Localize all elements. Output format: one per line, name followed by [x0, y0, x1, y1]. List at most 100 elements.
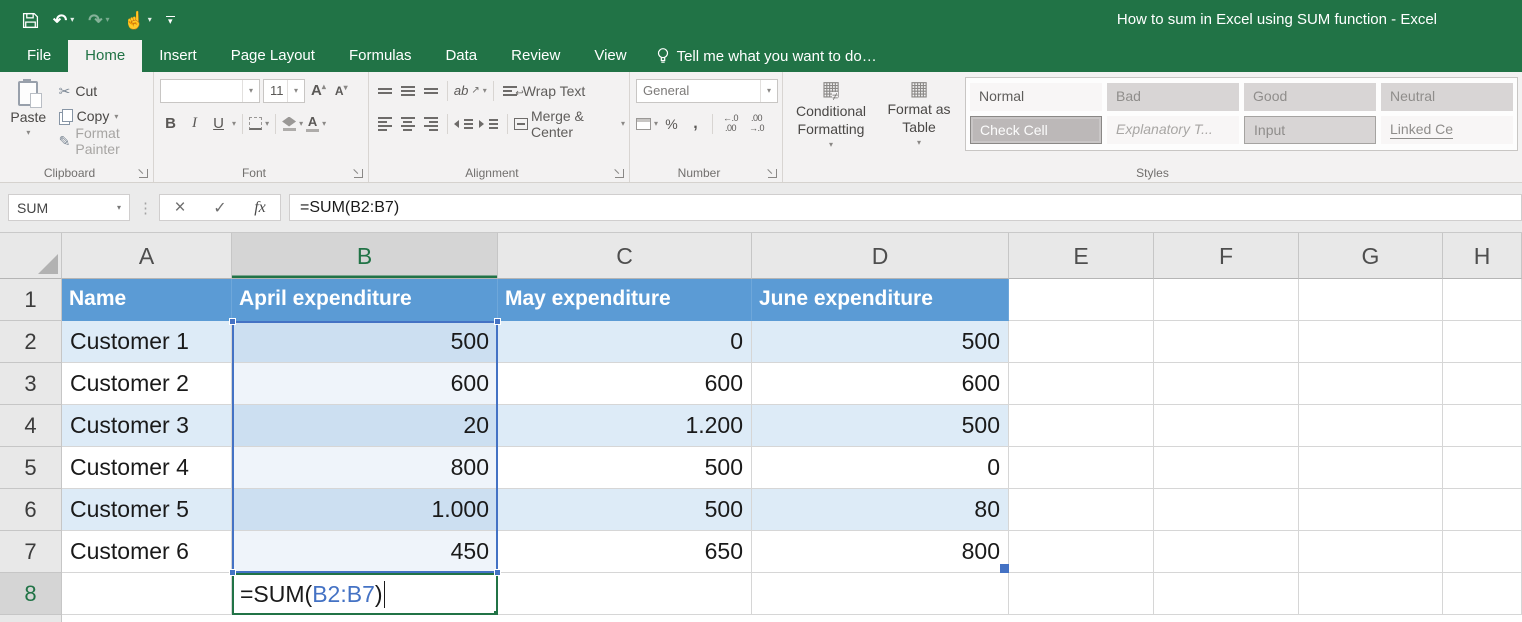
cell-F8[interactable] [1154, 573, 1299, 615]
cell-H8[interactable] [1443, 573, 1522, 615]
cell-B6[interactable]: 1.000 [232, 489, 498, 531]
font-name-combo[interactable]: ▾ [160, 79, 260, 103]
cell-C1[interactable]: May expenditure [498, 279, 752, 321]
merge-center-icon[interactable] [514, 118, 528, 130]
customize-qat-button[interactable]: ▾ [166, 16, 175, 24]
cell-C3[interactable]: 600 [498, 363, 752, 405]
cell-H6[interactable] [1443, 489, 1522, 531]
tab-home[interactable]: Home [68, 40, 142, 72]
number-dialog-launcher-icon[interactable] [768, 169, 777, 178]
formula-bar-grip[interactable]: ⋮ [138, 199, 151, 217]
clipboard-dialog-launcher-icon[interactable] [139, 169, 148, 178]
cell-B3[interactable]: 600 [232, 363, 498, 405]
column-header-C[interactable]: C [498, 233, 752, 279]
cell-E7[interactable] [1009, 531, 1154, 573]
style-explanatory-text[interactable]: Explanatory T... [1107, 116, 1239, 144]
cell-B2[interactable]: 500 [232, 321, 498, 363]
align-right-icon[interactable] [421, 117, 441, 131]
cell-F6[interactable] [1154, 489, 1299, 531]
cell-C6[interactable]: 500 [498, 489, 752, 531]
conditional-formatting-dropdown-icon[interactable]: ▾ [829, 140, 833, 150]
wrap-text-label[interactable]: Wrap Text [523, 83, 586, 99]
touch-mode-button[interactable]: ☝▾ [124, 12, 152, 29]
increase-font-size-button[interactable]: A▴ [308, 82, 329, 99]
row-header-9[interactable] [0, 615, 62, 622]
cell-D8[interactable] [752, 573, 1009, 615]
cell-E6[interactable] [1009, 489, 1154, 531]
name-box[interactable]: SUM ▾ [8, 194, 130, 221]
number-format-dropdown-icon[interactable]: ▾ [760, 80, 777, 102]
cell-D1[interactable]: June expenditure [752, 279, 1009, 321]
style-linked-cell[interactable]: Linked Ce [1381, 116, 1513, 144]
underline-button[interactable]: U [208, 112, 229, 136]
style-check-cell[interactable]: Check Cell [970, 116, 1102, 144]
row-header-1[interactable]: 1 [0, 279, 62, 321]
row-header-4[interactable]: 4 [0, 405, 62, 447]
number-format-select[interactable]: General▾ [636, 79, 778, 103]
row-header-8[interactable]: 8 [0, 573, 62, 615]
cell-E3[interactable] [1009, 363, 1154, 405]
cell-D4[interactable]: 500 [752, 405, 1009, 447]
undo-button[interactable]: ↶▾ [53, 12, 74, 29]
align-center-icon[interactable] [398, 117, 418, 131]
style-input[interactable]: Input [1244, 116, 1376, 144]
row-header-5[interactable]: 5 [0, 447, 62, 489]
borders-dropdown-icon[interactable]: ▾ [265, 119, 269, 128]
cell-E5[interactable] [1009, 447, 1154, 489]
name-box-dropdown-icon[interactable]: ▾ [109, 203, 129, 212]
style-bad[interactable]: Bad [1107, 83, 1239, 111]
tab-file[interactable]: File [10, 40, 68, 72]
decrease-decimal-button[interactable]: .00→.0 [745, 114, 768, 133]
orientation-dropdown-icon[interactable]: ▾ [483, 86, 487, 95]
cell-G1[interactable] [1299, 279, 1443, 321]
cell-A3[interactable]: Customer 2 [62, 363, 232, 405]
cell-F2[interactable] [1154, 321, 1299, 363]
font-name-dropdown-icon[interactable]: ▾ [242, 80, 259, 102]
fill-color-button[interactable] [282, 117, 296, 131]
cell-A8[interactable] [62, 573, 232, 615]
cell-B5[interactable]: 800 [232, 447, 498, 489]
borders-icon[interactable] [249, 117, 262, 130]
fill-handle[interactable] [493, 610, 498, 615]
decrease-indent-button[interactable] [454, 119, 476, 129]
copy-dropdown-icon[interactable]: ▾ [114, 112, 118, 121]
column-header-E[interactable]: E [1009, 233, 1154, 279]
cell-E1[interactable] [1009, 279, 1154, 321]
cell-C8[interactable] [498, 573, 752, 615]
row-header-3[interactable]: 3 [0, 363, 62, 405]
align-left-icon[interactable] [375, 117, 395, 131]
cell-F7[interactable] [1154, 531, 1299, 573]
orientation-button[interactable]: ab [454, 83, 468, 98]
cell-E8[interactable] [1009, 573, 1154, 615]
paste-dropdown-icon[interactable]: ▾ [26, 128, 30, 137]
decrease-font-size-button[interactable]: A▾ [332, 83, 351, 98]
formula-input[interactable]: =SUM(B2:B7) [289, 194, 1522, 221]
cell-H1[interactable] [1443, 279, 1522, 321]
cell-B4[interactable]: 20 [232, 405, 498, 447]
tab-view[interactable]: View [577, 40, 643, 72]
cell-C5[interactable]: 500 [498, 447, 752, 489]
cell-H4[interactable] [1443, 405, 1522, 447]
cell-F4[interactable] [1154, 405, 1299, 447]
column-header-H[interactable]: H [1443, 233, 1522, 279]
cell-D5[interactable]: 0 [752, 447, 1009, 489]
cell-F3[interactable] [1154, 363, 1299, 405]
cell-E4[interactable] [1009, 405, 1154, 447]
column-header-D[interactable]: D [752, 233, 1009, 279]
cell-G5[interactable] [1299, 447, 1443, 489]
tab-review[interactable]: Review [494, 40, 577, 72]
row-header-7[interactable]: 7 [0, 531, 62, 573]
font-size-dropdown-icon[interactable]: ▾ [287, 80, 304, 102]
comma-style-button[interactable]: , [685, 112, 706, 136]
cell-H2[interactable] [1443, 321, 1522, 363]
font-color-button[interactable]: A [306, 115, 319, 132]
cell-G7[interactable] [1299, 531, 1443, 573]
align-middle-icon[interactable] [398, 86, 418, 96]
column-header-F[interactable]: F [1154, 233, 1299, 279]
increase-indent-button[interactable] [479, 119, 501, 129]
edit-cell-B8[interactable]: =SUM(B2:B7) [232, 573, 498, 615]
align-top-icon[interactable] [375, 88, 395, 94]
save-button[interactable] [22, 12, 39, 29]
accounting-format-icon[interactable] [636, 118, 651, 130]
cut-button[interactable]: ✂Cut [59, 81, 149, 101]
